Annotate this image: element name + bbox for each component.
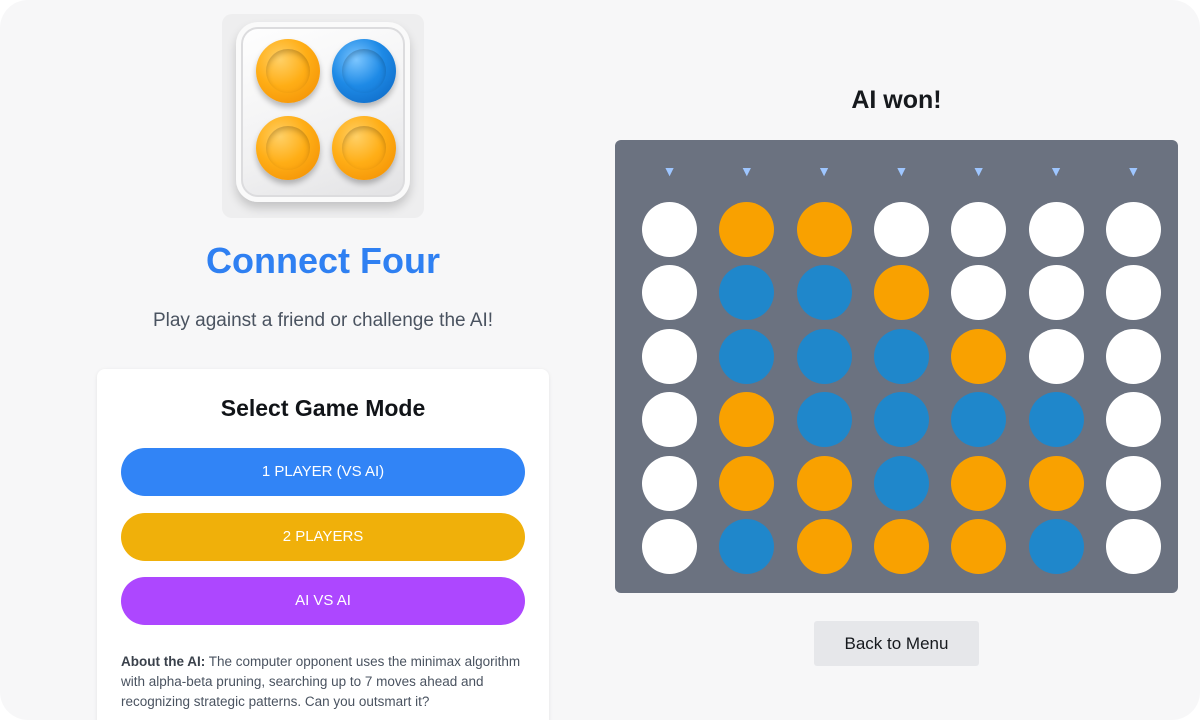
ai-disc (951, 519, 1007, 574)
logo-tray (236, 22, 410, 202)
empty-slot (642, 455, 697, 511)
empty-slot (1105, 202, 1161, 257)
player-disc (796, 265, 852, 321)
about-ai-text: About the AI: The computer opponent uses… (121, 652, 525, 712)
drop-column-6-arrow-icon[interactable]: ▼ (1041, 160, 1071, 182)
player-disc (873, 392, 929, 448)
ai-disc (873, 265, 929, 321)
connect-four-logo (222, 14, 424, 218)
logo-disc-orange (256, 39, 320, 103)
game-mode-heading: Select Game Mode (220, 395, 426, 421)
empty-slot (1105, 265, 1161, 321)
ai-disc (951, 455, 1007, 511)
app-frame: Connect Four Play against a friend or ch… (0, 0, 1200, 720)
player-disc (951, 392, 1007, 448)
drop-column-5-arrow-icon[interactable]: ▼ (964, 160, 994, 182)
back-to-menu-button[interactable]: Back to Menu (814, 621, 979, 666)
ai-disc (719, 392, 775, 448)
logo-disc-orange (332, 116, 396, 180)
two-players-button[interactable]: 2 PLAYERS (121, 513, 525, 561)
player-disc (1028, 392, 1084, 448)
empty-slot (1105, 455, 1161, 511)
ai-disc (719, 202, 775, 257)
game-status: AI won! (851, 86, 942, 114)
player-disc (719, 519, 775, 574)
empty-slot (642, 392, 697, 448)
empty-slot (642, 328, 697, 384)
game-board: ▼ ▼ ▼ ▼ ▼ ▼ ▼ (615, 140, 1178, 593)
drop-column-3-arrow-icon[interactable]: ▼ (809, 160, 839, 182)
ai-disc (796, 519, 852, 574)
empty-slot (1105, 328, 1161, 384)
one-player-button[interactable]: 1 PLAYER (VS AI) (121, 448, 525, 496)
empty-slot (1028, 202, 1084, 257)
about-ai-label: About the AI: (121, 654, 206, 669)
empty-slot (1028, 328, 1084, 384)
page-subtitle: Play against a friend or challenge the A… (152, 310, 494, 331)
player-disc (873, 455, 929, 511)
ai-disc (796, 202, 852, 257)
ai-disc (1028, 455, 1084, 511)
ai-vs-ai-button[interactable]: AI VS AI (121, 577, 525, 625)
drop-column-4-arrow-icon[interactable]: ▼ (886, 160, 916, 182)
logo-disc-orange (256, 116, 320, 180)
empty-slot (642, 265, 697, 321)
empty-slot (951, 265, 1007, 321)
drop-column-7-arrow-icon[interactable]: ▼ (1118, 160, 1148, 182)
empty-slot (951, 202, 1007, 257)
game-mode-card: Select Game Mode 1 PLAYER (VS AI) 2 PLAY… (97, 369, 549, 720)
drop-column-2-arrow-icon[interactable]: ▼ (732, 160, 762, 182)
player-disc (873, 328, 929, 384)
empty-slot (873, 202, 929, 257)
empty-slot (642, 519, 697, 574)
ai-disc (951, 328, 1007, 384)
player-disc (1028, 519, 1084, 574)
player-disc (719, 328, 775, 384)
player-disc (719, 265, 775, 321)
ai-disc (796, 455, 852, 511)
page-title: Connect Four (206, 240, 440, 281)
player-disc (796, 328, 852, 384)
ai-disc (719, 455, 775, 511)
ai-disc (873, 519, 929, 574)
empty-slot (642, 202, 697, 257)
empty-slot (1105, 392, 1161, 448)
logo-disc-blue (332, 39, 396, 103)
player-disc (796, 392, 852, 448)
empty-slot (1105, 519, 1161, 574)
empty-slot (1028, 265, 1084, 321)
drop-column-1-arrow-icon[interactable]: ▼ (655, 160, 685, 182)
